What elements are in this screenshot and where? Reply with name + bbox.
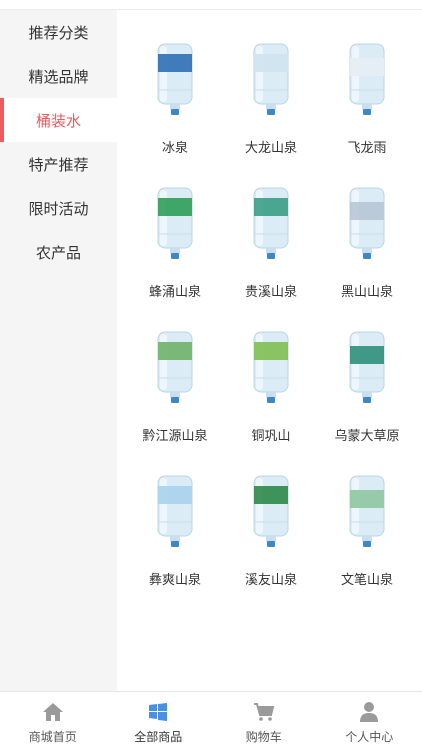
product-name: 乌蒙大草原	[334, 429, 400, 444]
sidebar-item-recommended[interactable]: 推荐分类	[0, 10, 117, 54]
product-card[interactable]: 文笔山泉	[319, 472, 415, 590]
water-jug-image	[130, 328, 220, 404]
product-name: 贵溪山泉	[244, 285, 297, 300]
user-icon	[357, 700, 381, 724]
product-name: 黔江源山泉	[142, 429, 208, 444]
product-name: 蜂涌山泉	[148, 285, 201, 300]
product-name: 文笔山泉	[340, 573, 393, 588]
jug-label-band	[254, 198, 288, 216]
water-jug-image	[130, 40, 220, 116]
jug-label-band	[254, 342, 288, 360]
jug-label-band	[350, 346, 384, 364]
tab-profile[interactable]: 个人中心	[317, 692, 422, 750]
sidebar-item-label: 特产推荐	[28, 155, 89, 174]
water-jug-image	[130, 184, 220, 260]
product-card[interactable]: 大龙山泉	[223, 40, 319, 158]
product-name: 铜巩山	[251, 429, 291, 444]
water-jug-image	[226, 328, 316, 404]
water-jug-image	[322, 40, 412, 116]
sidebar-item-label: 限时活动	[28, 199, 89, 218]
product-card[interactable]: 乌蒙大草原	[319, 328, 415, 446]
product-card[interactable]: 溪友山泉	[223, 472, 319, 590]
jug-label-band	[158, 486, 192, 504]
tab-label: 个人中心	[345, 730, 394, 744]
sidebar-item-promotions[interactable]: 限时活动	[0, 186, 117, 230]
product-card[interactable]: 冰泉	[127, 40, 223, 158]
product-card[interactable]: 铜巩山	[223, 328, 319, 446]
product-name: 溪友山泉	[244, 573, 297, 588]
category-sidebar: 推荐分类 精选品牌 桶装水 特产推荐 限时活动 农产品	[0, 10, 117, 691]
jug-label-band	[350, 202, 384, 220]
bottom-tabbar: 商城首页 全部商品 购物车 个人中心	[0, 691, 422, 750]
jug-label-band	[350, 58, 384, 76]
product-name: 彝爽山泉	[148, 573, 201, 588]
jug-label-band	[254, 486, 288, 504]
jug-label-band	[158, 342, 192, 360]
top-divider	[0, 0, 422, 10]
jug-label-band	[158, 54, 192, 72]
tab-label: 全部商品	[134, 730, 183, 744]
tab-all-products[interactable]: 全部商品	[106, 692, 212, 750]
product-name: 飞龙雨	[347, 141, 387, 156]
grid-icon	[146, 700, 170, 724]
sidebar-item-label: 推荐分类	[28, 23, 89, 42]
tab-cart[interactable]: 购物车	[211, 692, 317, 750]
product-card[interactable]: 黔江源山泉	[127, 328, 223, 446]
water-jug-image	[322, 184, 412, 260]
water-jug-image	[322, 472, 412, 548]
sidebar-item-label: 农产品	[35, 243, 81, 262]
sidebar-item-brands[interactable]: 精选品牌	[0, 54, 117, 98]
tab-home[interactable]: 商城首页	[0, 692, 106, 750]
jug-label-band	[254, 54, 288, 72]
product-grid: 冰泉 大龙山泉 飞龙雨蜂涌山泉 贵溪山泉 黑山山泉黔江源山泉 铜巩山 乌蒙大草原彝爽山泉 溪友…	[127, 40, 422, 590]
water-jug-image	[130, 472, 220, 548]
product-name: 冰泉	[161, 141, 188, 156]
product-card[interactable]: 飞龙雨	[319, 40, 415, 158]
product-card[interactable]: 蜂涌山泉	[127, 184, 223, 302]
water-jug-image	[226, 40, 316, 116]
product-card[interactable]: 彝爽山泉	[127, 472, 223, 590]
jug-label-band	[350, 490, 384, 508]
sidebar-item-farm-products[interactable]: 农产品	[0, 230, 117, 274]
water-jug-image	[226, 184, 316, 260]
water-jug-image	[322, 328, 412, 404]
sidebar-item-label: 精选品牌	[28, 67, 89, 86]
product-card[interactable]: 黑山山泉	[319, 184, 415, 302]
sidebar-item-bottled-water[interactable]: 桶装水	[0, 98, 117, 142]
tab-label: 购物车	[245, 730, 282, 744]
sidebar-item-specialty[interactable]: 特产推荐	[0, 142, 117, 186]
cart-icon	[252, 700, 276, 724]
product-name: 大龙山泉	[244, 141, 297, 156]
sidebar-item-label: 桶装水	[35, 111, 81, 130]
home-icon	[41, 700, 65, 724]
product-name: 黑山山泉	[340, 285, 393, 300]
product-card[interactable]: 贵溪山泉	[223, 184, 319, 302]
tab-label: 商城首页	[28, 730, 77, 744]
water-jug-image	[226, 472, 316, 548]
jug-label-band	[158, 198, 192, 216]
